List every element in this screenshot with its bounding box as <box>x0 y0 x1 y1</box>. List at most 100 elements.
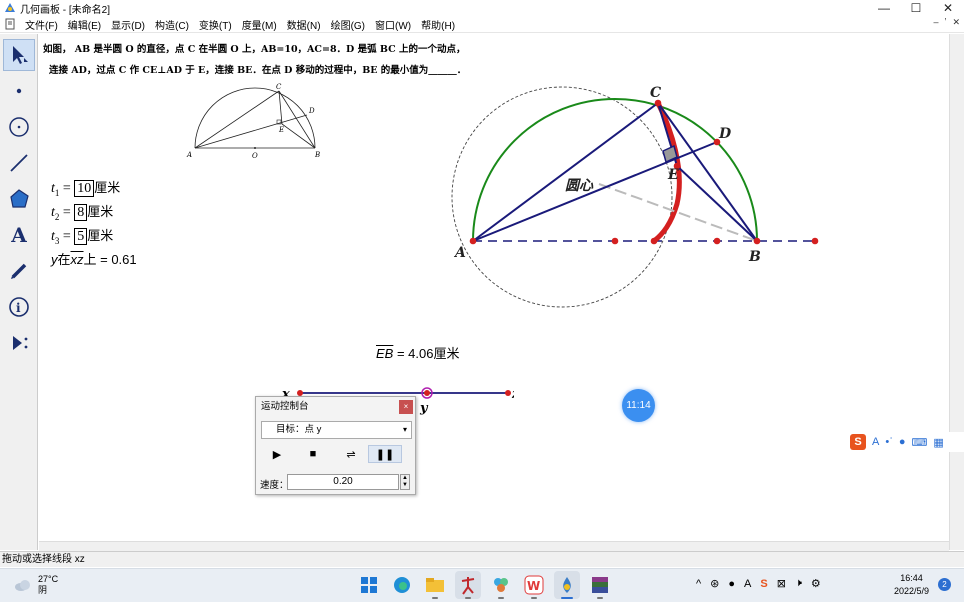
edge-browser-button[interactable] <box>389 571 415 599</box>
file-explorer-button[interactable] <box>422 571 448 599</box>
point-ext-2[interactable] <box>650 237 658 245</box>
slider-label-y: y <box>419 401 429 415</box>
custom-tool[interactable] <box>3 327 35 359</box>
tray-overflow-icon[interactable]: ^ <box>696 578 701 590</box>
ime-voice-icon[interactable]: ● <box>899 436 906 448</box>
text-tool[interactable]: A <box>3 219 35 251</box>
wps-office-button[interactable]: W <box>521 571 547 599</box>
point-tool[interactable] <box>3 75 35 107</box>
t2-value-box[interactable]: 8 <box>74 204 88 221</box>
photos-app-button[interactable] <box>488 571 514 599</box>
spin-down-icon[interactable]: ▼ <box>401 482 409 489</box>
speed-input[interactable]: 0.20 <box>287 474 399 490</box>
point-icon <box>16 88 22 94</box>
menu-edit[interactable]: 编辑(E) <box>63 17 106 32</box>
menu-display[interactable]: 显示(D) <box>106 17 150 32</box>
measure-t2[interactable]: t2 = 8 厘米 <box>51 201 113 222</box>
pause-button[interactable]: ❚❚ <box>368 445 402 463</box>
motion-panel-title[interactable]: 运动控制台 <box>256 397 415 417</box>
input-method-icon[interactable]: A <box>744 578 751 590</box>
mdi-close-button[interactable]: ✕ <box>952 17 960 28</box>
motion-target-select[interactable]: 目标：点 y ▾ <box>261 421 412 439</box>
notification-badge[interactable]: 2 <box>938 578 951 591</box>
geometry-app-button[interactable] <box>554 571 580 599</box>
ref-label-a: A <box>186 151 192 159</box>
sketchpad-app-button[interactable] <box>455 571 481 599</box>
volume-icon[interactable]: 🕨 <box>795 577 802 590</box>
semicircle-arc <box>472 98 758 242</box>
close-button[interactable]: ✕ <box>932 0 964 16</box>
point-ext-1[interactable] <box>611 237 619 245</box>
point-ext-3[interactable] <box>713 237 721 245</box>
weather-widget[interactable]: 27°C 阴 <box>14 574 58 596</box>
compass-tool[interactable] <box>3 111 35 143</box>
mdi-restore-button[interactable]: ʼ <box>944 17 946 28</box>
floating-clock-bubble[interactable]: 11:14 <box>622 389 655 422</box>
network-icon[interactable]: ⊠ <box>777 577 786 590</box>
point-a[interactable] <box>469 237 477 245</box>
ref-label-o: O <box>252 152 258 160</box>
speed-spinner[interactable]: ▲ ▼ <box>400 474 410 490</box>
winrar-app-button[interactable] <box>587 571 613 599</box>
running-indicator <box>465 597 471 599</box>
windows-start-button[interactable] <box>356 571 382 599</box>
ime-toolbox-icon[interactable]: ▦ <box>933 436 943 449</box>
menu-transform[interactable]: 变换(T) <box>194 17 237 32</box>
ime-keyboard-icon[interactable]: ⌨ <box>912 436 928 449</box>
running-indicator <box>561 597 573 599</box>
slider-point-z[interactable] <box>505 390 511 396</box>
wps-icon: W <box>524 575 544 595</box>
sogou-logo-icon[interactable]: S <box>850 434 866 450</box>
spin-up-icon[interactable]: ▲ <box>401 475 409 482</box>
ime-mode-icon[interactable]: A <box>872 436 879 448</box>
stop-button[interactable]: ■ <box>296 445 330 463</box>
t3-value-box[interactable]: 5 <box>74 228 88 245</box>
menu-graph[interactable]: 绘图(G) <box>326 17 370 32</box>
play-button[interactable]: ▶ <box>260 445 294 463</box>
slider-point-y[interactable] <box>424 390 430 396</box>
mdi-minimize-button[interactable]: – <box>933 17 938 28</box>
windows-logo-icon <box>361 577 377 593</box>
menu-measure[interactable]: 度量(M) <box>237 17 282 32</box>
polygon-tool[interactable] <box>3 183 35 215</box>
settings-tray-icon[interactable]: ⚙ <box>811 577 821 590</box>
marker-tool[interactable] <box>3 255 35 287</box>
point-ext-4[interactable] <box>811 237 819 245</box>
vertical-scrollbar[interactable] <box>949 34 964 550</box>
circle-icon <box>9 117 29 137</box>
horizontal-scrollbar[interactable] <box>39 541 949 551</box>
microphone-icon[interactable]: ● <box>728 578 735 590</box>
polygon-icon <box>10 189 29 208</box>
label-a: A <box>453 245 466 261</box>
sogou-tray-icon[interactable]: S <box>760 578 767 590</box>
window-title: 几何画板 - [未命名2] <box>20 4 111 16</box>
segment-eb <box>676 165 758 242</box>
minimize-button[interactable]: — <box>868 0 900 16</box>
ime-punctuation-icon[interactable]: •ʾ <box>885 436 893 448</box>
information-tool[interactable]: i <box>3 291 35 323</box>
sketch-canvas[interactable]: 如图， AB 是半圆 O 的直径，点 C 在半圆 O 上，AB=10，AC=8．… <box>39 34 949 542</box>
menu-file[interactable]: 文件(F) <box>20 17 63 32</box>
measure-eb[interactable]: EB = 4.06厘米 <box>376 343 459 362</box>
menu-construct[interactable]: 构造(C) <box>150 17 194 32</box>
motion-panel-close-button[interactable]: × <box>399 400 413 414</box>
ime-toolbar: S A •ʾ ● ⌨ ▦ <box>846 432 964 452</box>
title-bar: 几何画板 - [未命名2] — ☐ ✕ <box>0 0 964 16</box>
measure-y-on-xz[interactable]: y在xz上 = 0.61 <box>51 249 137 268</box>
measure-t3[interactable]: t3 = 5 厘米 <box>51 225 113 246</box>
menu-window[interactable]: 窗口(W) <box>370 17 416 32</box>
arrow-tool[interactable] <box>3 39 35 71</box>
menu-data[interactable]: 数据(N) <box>282 17 326 32</box>
point-b[interactable] <box>753 237 761 245</box>
main-figure[interactable]: A B C D E 圆心 <box>439 54 919 374</box>
straightedge-tool[interactable] <box>3 147 35 179</box>
menu-help[interactable]: 帮助(H) <box>416 17 460 32</box>
maximize-button[interactable]: ☐ <box>900 0 932 16</box>
svg-text:W: W <box>527 579 540 593</box>
measure-t1[interactable]: t1 = 10 厘米 <box>51 177 120 198</box>
problem-line-1: 如图， AB 是半圆 O 的直径，点 C 在半圆 O 上，AB=10，AC=8．… <box>43 44 466 55</box>
t1-value-box[interactable]: 10 <box>74 180 95 197</box>
taskbar-clock[interactable]: 16:44 2022/5/9 <box>894 572 929 598</box>
reverse-button[interactable]: ⇌ <box>334 445 368 463</box>
qq-icon[interactable]: ⊛ <box>710 577 719 590</box>
